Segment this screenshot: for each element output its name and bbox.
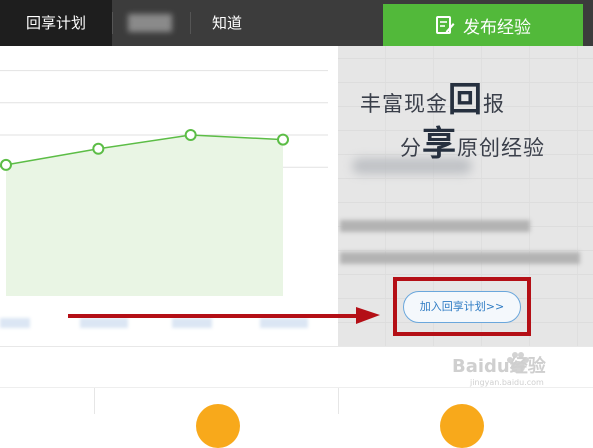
- slogan-text: 原创经验: [457, 136, 545, 160]
- slogan-text: 分: [400, 136, 422, 160]
- watermark-text: Baidu经验: [452, 356, 546, 377]
- top-nav-bar: 回享计划 知道 发布经验: [0, 0, 593, 46]
- nav-tab-zhidao[interactable]: 知道: [192, 0, 262, 46]
- watermark-url: jingyan.baidu.com: [470, 378, 544, 387]
- slogan-big-char: 回: [448, 80, 483, 120]
- chart-data-point[interactable]: [277, 133, 289, 146]
- column-divider: [338, 388, 339, 414]
- bottom-strip-line: [0, 387, 593, 388]
- orange-badge-icon: [440, 404, 484, 448]
- nav-separator: [190, 12, 191, 34]
- chart-data-point[interactable]: [92, 142, 105, 155]
- edit-note-icon: [435, 15, 455, 35]
- nav-tab-huixiang-plan[interactable]: 回享计划: [0, 0, 112, 46]
- nav-tab-label: 知道: [211, 14, 242, 32]
- publish-button-label: 发布经验: [463, 17, 531, 38]
- baidu-jingyan-watermark: Baidu经验 jingyan.baidu.com: [452, 352, 546, 387]
- slogan-big-char: 享: [422, 124, 457, 164]
- trend-area-chart: [0, 70, 328, 296]
- promo-description-blurred: [340, 220, 530, 232]
- x-tick-label-blurred: [0, 318, 30, 328]
- orange-badge-icon: [196, 404, 240, 448]
- join-huixiang-plan-button[interactable]: 加入回享计划>>: [403, 291, 521, 323]
- slogan-text: 报: [483, 92, 505, 116]
- annotation-arrow-icon: [68, 307, 380, 324]
- nav-tab-label: 回享计划: [25, 14, 86, 32]
- promo-description-blurred: [340, 252, 580, 264]
- nav-separator: [112, 12, 113, 34]
- column-divider: [94, 388, 95, 414]
- promo-slogan-line2: 分享原创经验: [400, 116, 545, 165]
- chart-area-fill: [6, 135, 283, 296]
- promo-slogan-line1: 丰富现金回报: [360, 72, 505, 121]
- chart-data-point[interactable]: [184, 129, 197, 141]
- publish-experience-button[interactable]: 发布经验: [383, 4, 583, 46]
- chart-data-point[interactable]: [0, 158, 12, 171]
- nav-tab-blurred[interactable]: [128, 14, 172, 32]
- slogan-text: 丰富现金: [360, 92, 448, 116]
